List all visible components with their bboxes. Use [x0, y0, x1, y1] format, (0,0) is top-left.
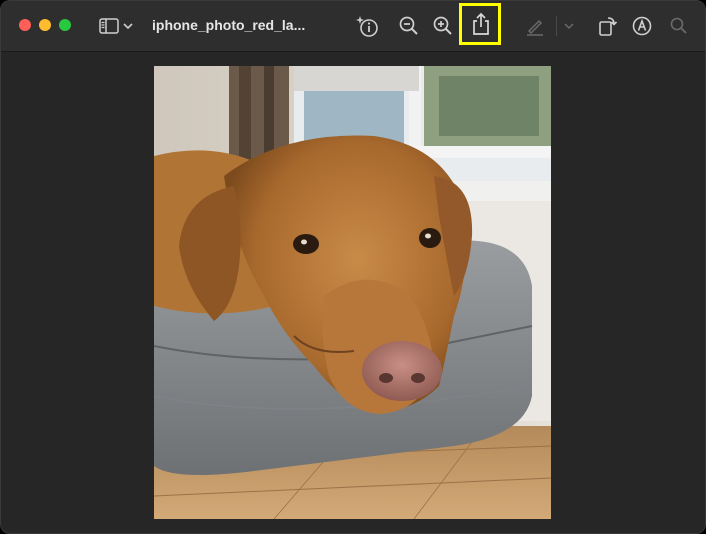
chevron-down-icon[interactable]	[563, 14, 575, 38]
search-icon[interactable]	[667, 14, 691, 38]
preview-window: iphone_photo_red_la...	[0, 0, 706, 534]
zoom-out-icon[interactable]	[397, 14, 421, 38]
dog-photo[interactable]	[154, 66, 551, 519]
rotate-icon[interactable]	[595, 14, 619, 38]
toolbar-divider	[556, 16, 557, 36]
close-window-button[interactable]	[19, 19, 31, 31]
markup-icon[interactable]	[630, 14, 654, 38]
share-icon[interactable]	[469, 12, 493, 36]
window-title: iphone_photo_red_la...	[152, 17, 306, 33]
pen-icon[interactable]	[523, 14, 547, 38]
info-sparkle-icon[interactable]	[355, 14, 379, 38]
minimize-window-button[interactable]	[39, 19, 51, 31]
image-viewer-area	[1, 52, 705, 533]
chevron-down-icon[interactable]	[121, 14, 135, 38]
zoom-window-button[interactable]	[59, 19, 71, 31]
sidebar-toggle-icon[interactable]	[97, 14, 121, 38]
zoom-in-icon[interactable]	[431, 14, 455, 38]
title-bar: iphone_photo_red_la...	[1, 1, 705, 52]
